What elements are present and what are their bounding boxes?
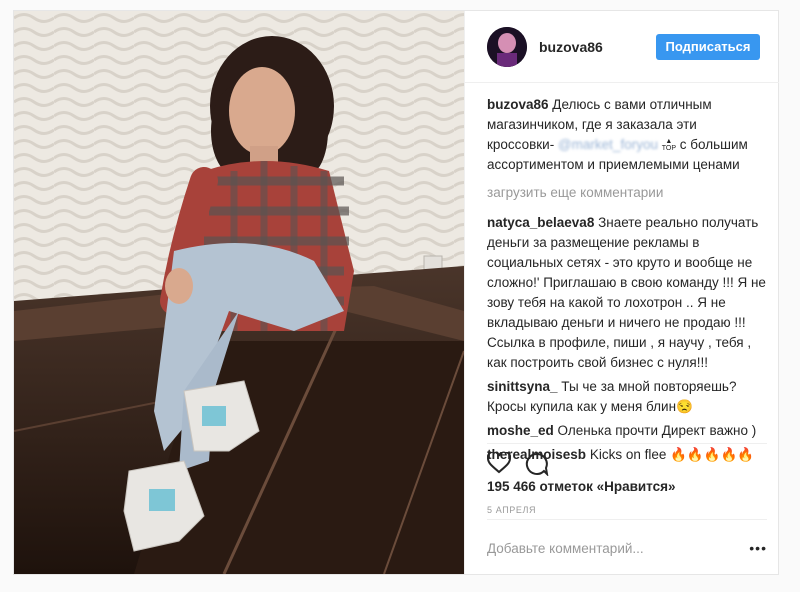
post-card: buzova86 Подписаться buzova86 Делюсь с в… — [13, 10, 779, 575]
comment-text: Знаете реально получать деньги за размещ… — [487, 215, 766, 370]
more-options-icon[interactable]: ••• — [749, 540, 767, 556]
comment-item: moshe_ed Оленька прочти Директ важно ) — [487, 421, 767, 441]
heart-icon[interactable] — [486, 450, 512, 479]
post-side-panel: buzova86 Подписаться buzova86 Делюсь с в… — [464, 11, 779, 575]
caption-username[interactable]: buzova86 — [487, 97, 549, 112]
comment-item: sinittsyna_ Ты че за мной повторяешь? Кр… — [487, 377, 767, 417]
likes-count[interactable]: 195 466 отметок «Нравится» — [487, 479, 676, 494]
follow-button[interactable]: Подписаться — [656, 34, 760, 60]
add-comment-input[interactable]: Добавьте комментарий... — [487, 541, 644, 556]
caption-mention[interactable]: @market_foryou — [558, 137, 658, 152]
post-header: buzova86 Подписаться — [465, 11, 779, 83]
photo-image — [14, 11, 464, 574]
post-date: 5 АПРЕЛЯ — [487, 505, 537, 515]
top-badge-label: TOP — [661, 145, 676, 153]
comments-list: buzova86 Делюсь с вами отличным магазинч… — [487, 95, 767, 469]
caption: buzova86 Делюсь с вами отличным магазинч… — [487, 95, 767, 175]
avatar[interactable] — [487, 27, 527, 67]
load-more-comments[interactable]: загрузить еще комментарии — [487, 183, 767, 203]
comment-username[interactable]: natyca_belaeva8 — [487, 215, 594, 230]
post-photo[interactable] — [14, 11, 464, 574]
comment-text: Оленька прочти Директ важно ) — [557, 423, 757, 438]
avatar-image — [487, 27, 527, 67]
comment-username[interactable]: sinittsyna_ — [487, 379, 558, 394]
top-badge-icon: ▲ TOP — [661, 138, 676, 153]
comment-icon[interactable] — [525, 452, 549, 481]
add-comment-bar: Добавьте комментарий... ••• — [487, 519, 767, 575]
post-username[interactable]: buzova86 — [539, 39, 603, 55]
comment-username[interactable]: moshe_ed — [487, 423, 554, 438]
comment-item: natyca_belaeva8 Знаете реально получать … — [487, 213, 767, 373]
post-actions — [486, 443, 767, 479]
